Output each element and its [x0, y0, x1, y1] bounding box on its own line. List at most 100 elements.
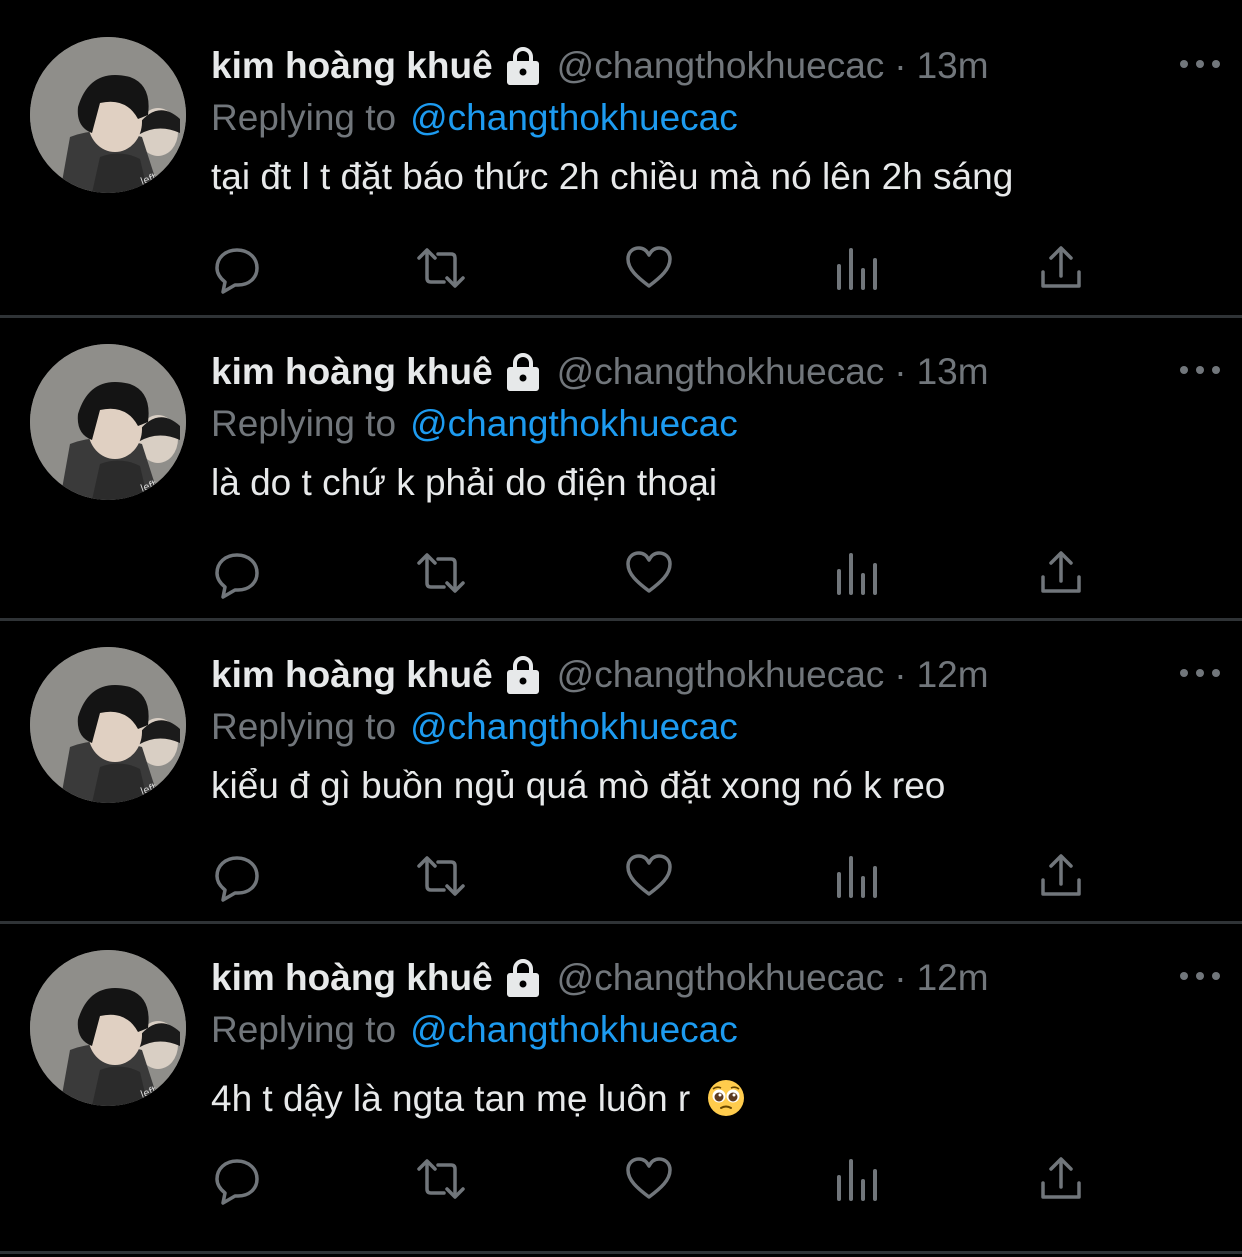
- timestamp[interactable]: 13m: [917, 351, 989, 393]
- views-button[interactable]: [831, 242, 883, 294]
- tweet-header: kim hoàng khuê @changthokhuecac · 12m: [211, 952, 1212, 1004]
- bar-chart-icon: [837, 248, 877, 290]
- separator-dot: ·: [894, 654, 907, 695]
- tweet-content: kim hoàng khuê @changthokhuecac · 13m Re…: [211, 40, 1212, 198]
- tweet-text-body: 4h t dậy là ngta tan mẹ luôn r: [211, 1078, 691, 1119]
- tweet-text-body: là do t chứ k phải do điện thoại: [211, 462, 718, 503]
- lock-icon: [506, 959, 539, 997]
- reply-button[interactable]: [211, 547, 263, 599]
- replying-to-mention[interactable]: @changthokhuecac: [410, 403, 738, 445]
- share-button[interactable]: [1035, 547, 1087, 599]
- more-dots-icon[interactable]: [1178, 663, 1222, 683]
- retweet-button[interactable]: [415, 1153, 467, 1205]
- replying-to-label: Replying to: [211, 706, 397, 747]
- user-handle[interactable]: @changthokhuecac: [557, 957, 885, 999]
- replying-to-line: Replying to @changthokhuecac: [211, 1004, 1212, 1056]
- heart-icon: [626, 246, 672, 288]
- tweet[interactable]: left kim hoàng khuê @changthokhuecac · 1…: [0, 621, 1242, 924]
- replying-to-mention[interactable]: @changthokhuecac: [410, 706, 738, 748]
- separator-dot: ·: [894, 351, 907, 392]
- like-button[interactable]: [623, 1153, 675, 1205]
- retweet-button[interactable]: [415, 547, 467, 599]
- pleading-face-emoji-icon: [707, 1080, 744, 1116]
- views-button[interactable]: [831, 547, 883, 599]
- avatar-photo: left: [30, 647, 186, 803]
- tweet-text: tại đt l t đặt báo thức 2h chiều mà nó l…: [211, 156, 1212, 198]
- avatar-photo: left: [30, 37, 186, 193]
- retweet-icon: [417, 248, 465, 288]
- avatar[interactable]: left: [30, 37, 186, 193]
- tweet-feed: left kim hoàng khuê @changthokhuecac · 1…: [0, 0, 1242, 1257]
- lock-icon: [506, 656, 539, 694]
- avatar-photo: left: [30, 950, 186, 1106]
- tweet-text: 4h t dậy là ngta tan mẹ luôn r: [211, 1078, 1212, 1120]
- replying-to-label: Replying to: [211, 97, 397, 138]
- share-upload-icon: [1041, 551, 1081, 593]
- tweet[interactable]: left kim hoàng khuê @changthokhuecac · 1…: [0, 0, 1242, 318]
- like-button[interactable]: [623, 547, 675, 599]
- views-button[interactable]: [831, 1153, 883, 1205]
- bar-chart-icon: [837, 1159, 877, 1201]
- reply-button[interactable]: [211, 1153, 263, 1205]
- bar-chart-icon: [837, 856, 877, 898]
- views-button[interactable]: [831, 850, 883, 902]
- tweet-content: kim hoàng khuê @changthokhuecac · 12m Re…: [211, 649, 1212, 807]
- replying-to-mention[interactable]: @changthokhuecac: [410, 1009, 738, 1051]
- timestamp[interactable]: 13m: [917, 45, 989, 87]
- user-handle[interactable]: @changthokhuecac: [557, 351, 885, 393]
- retweet-button[interactable]: [415, 850, 467, 902]
- avatar[interactable]: left: [30, 950, 186, 1106]
- more-dots-icon[interactable]: [1178, 360, 1222, 380]
- heart-icon: [626, 854, 672, 896]
- timestamp[interactable]: 12m: [917, 957, 989, 999]
- more-dots-icon[interactable]: [1178, 966, 1222, 986]
- action-bar: [211, 850, 1111, 902]
- user-handle[interactable]: @changthokhuecac: [557, 45, 885, 87]
- comment-bubble-icon: [215, 553, 259, 599]
- avatar[interactable]: left: [30, 344, 186, 500]
- display-name[interactable]: kim hoàng khuê: [211, 957, 493, 999]
- share-button[interactable]: [1035, 1153, 1087, 1205]
- user-handle[interactable]: @changthokhuecac: [557, 654, 885, 696]
- retweet-icon: [417, 553, 465, 593]
- tweet-header: kim hoàng khuê @changthokhuecac · 13m: [211, 40, 1212, 92]
- lock-icon: [506, 47, 539, 85]
- retweet-icon: [417, 856, 465, 896]
- tweet-text: kiểu đ gì buồn ngủ quá mò đặt xong nó k …: [211, 765, 1212, 807]
- separator-dot: ·: [894, 957, 907, 998]
- replying-to-label: Replying to: [211, 403, 397, 444]
- share-upload-icon: [1041, 246, 1081, 288]
- display-name[interactable]: kim hoàng khuê: [211, 654, 493, 696]
- heart-icon: [626, 1157, 672, 1199]
- tweet-content: kim hoàng khuê @changthokhuecac · 12m Re…: [211, 952, 1212, 1120]
- replying-to-line: Replying to @changthokhuecac: [211, 701, 1212, 753]
- avatar[interactable]: left: [30, 647, 186, 803]
- more-dots-icon[interactable]: [1178, 54, 1222, 74]
- display-name[interactable]: kim hoàng khuê: [211, 45, 493, 87]
- replying-to-label: Replying to: [211, 1009, 397, 1050]
- share-upload-icon: [1041, 1157, 1081, 1199]
- tweet[interactable]: left kim hoàng khuê @changthokhuecac · 1…: [0, 924, 1242, 1254]
- bar-chart-icon: [837, 553, 877, 595]
- retweet-button[interactable]: [415, 242, 467, 294]
- tweet-text-body: kiểu đ gì buồn ngủ quá mò đặt xong nó k …: [211, 765, 946, 806]
- tweet-text: là do t chứ k phải do điện thoại: [211, 462, 1212, 504]
- like-button[interactable]: [623, 242, 675, 294]
- retweet-icon: [417, 1159, 465, 1199]
- comment-bubble-icon: [215, 856, 259, 902]
- share-button[interactable]: [1035, 850, 1087, 902]
- timestamp[interactable]: 12m: [917, 654, 989, 696]
- tweet-text-body: tại đt l t đặt báo thức 2h chiều mà nó l…: [211, 156, 1014, 197]
- action-bar: [211, 547, 1111, 599]
- like-button[interactable]: [623, 850, 675, 902]
- reply-button[interactable]: [211, 850, 263, 902]
- replying-to-line: Replying to @changthokhuecac: [211, 398, 1212, 450]
- share-upload-icon: [1041, 854, 1081, 896]
- display-name[interactable]: kim hoàng khuê: [211, 351, 493, 393]
- avatar-photo: left: [30, 344, 186, 500]
- share-button[interactable]: [1035, 242, 1087, 294]
- replying-to-mention[interactable]: @changthokhuecac: [410, 97, 738, 139]
- reply-button[interactable]: [211, 242, 263, 294]
- lock-icon: [506, 353, 539, 391]
- tweet[interactable]: left kim hoàng khuê @changthokhuecac · 1…: [0, 318, 1242, 621]
